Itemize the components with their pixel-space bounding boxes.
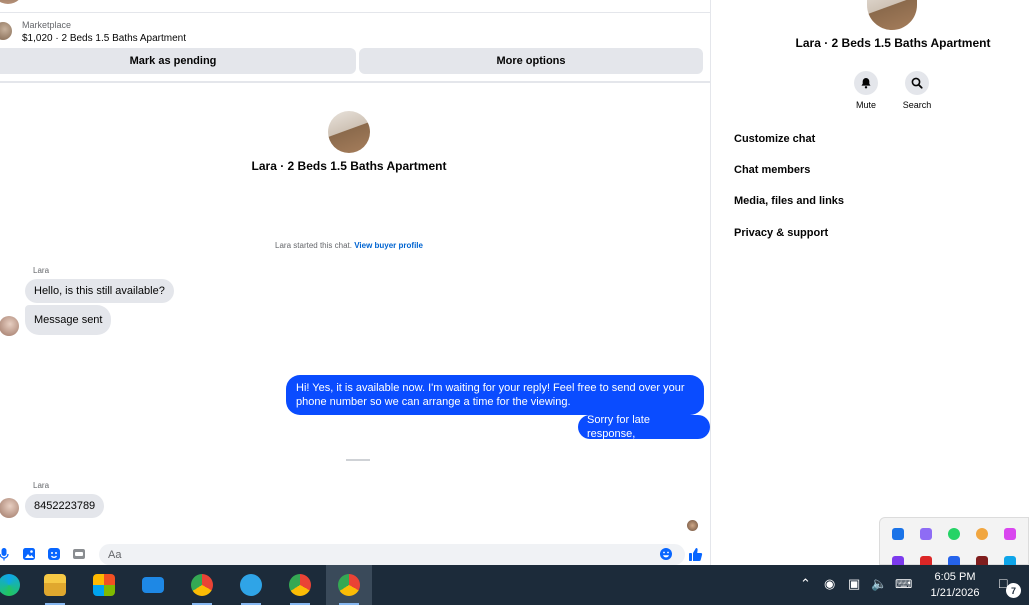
emoji-icon[interactable]: [659, 547, 673, 561]
chat-started-text: Lara started this chat.: [275, 241, 352, 250]
menu-chat-members[interactable]: Chat members: [734, 164, 810, 176]
taskbar-browser[interactable]: [228, 565, 274, 605]
taskbar-chrome-2[interactable]: [277, 565, 323, 605]
network-icon[interactable]: ▣: [848, 576, 860, 592]
seen-indicator-avatar: [687, 520, 698, 531]
taskbar-store[interactable]: [81, 565, 127, 605]
app-tray-icon[interactable]: [892, 528, 904, 540]
mute-button[interactable]: [854, 71, 878, 95]
store-icon: [93, 574, 115, 596]
conversation-avatar[interactable]: [328, 111, 370, 153]
search-icon: [911, 77, 923, 89]
taskbar-chrome-3[interactable]: [326, 565, 372, 605]
photo-icon[interactable]: [22, 547, 36, 561]
previous-avatar: [0, 0, 24, 4]
search-button[interactable]: [905, 71, 929, 95]
sender-avatar[interactable]: [0, 498, 19, 518]
chevron-up-icon[interactable]: ⌃: [800, 576, 811, 592]
listing-title[interactable]: $1,020 · 2 Beds 1.5 Baths Apartment: [22, 33, 186, 44]
app-tray-icon[interactable]: [1004, 528, 1016, 540]
clock-date: 1/21/2026: [930, 587, 980, 599]
timestamp-divider: [346, 459, 370, 461]
sticker-icon[interactable]: [47, 547, 61, 561]
taskbar-mail[interactable]: [130, 565, 176, 605]
microphone-icon[interactable]: [0, 547, 11, 561]
tray-overflow-popup: [879, 517, 1029, 568]
composer: Aa: [0, 544, 710, 565]
mark-as-pending-button[interactable]: Mark as pending: [0, 48, 356, 74]
divider: [0, 12, 710, 13]
divider: [0, 81, 710, 83]
view-buyer-profile-link[interactable]: View buyer profile: [354, 241, 423, 250]
message-incoming[interactable]: Hello, is this still available?: [25, 279, 174, 303]
meeting-icon[interactable]: ◉: [824, 576, 835, 592]
message-incoming[interactable]: 8452223789: [25, 494, 105, 518]
notification-count-badge: 7: [1006, 583, 1021, 598]
listing-thumbnail[interactable]: [0, 22, 12, 40]
chrome-icon: [338, 574, 360, 596]
chrome-icon: [289, 574, 311, 596]
chat-column: Marketplace $1,020 · 2 Beds 1.5 Baths Ap…: [0, 0, 711, 565]
edge-icon: [0, 574, 20, 596]
sender-avatar[interactable]: [0, 316, 19, 336]
chat-started-notice: Lara started this chat. View buyer profi…: [0, 241, 698, 250]
info-panel-title: Lara · 2 Beds 1.5 Baths Apartment: [795, 36, 991, 50]
bell-icon: [861, 78, 871, 89]
mail-icon: [142, 577, 164, 593]
menu-privacy-support[interactable]: Privacy & support: [734, 227, 828, 239]
taskbar: ⌃ ◉ ▣ 🔈 ⌨ 6:05 PM 1/21/2026 □: [0, 565, 1029, 605]
mute-label: Mute: [855, 100, 876, 110]
folder-icon: [44, 574, 66, 596]
clock[interactable]: 6:05 PM 1/21/2026: [920, 569, 990, 601]
clock-time: 6:05 PM: [934, 571, 976, 583]
message-outgoing[interactable]: Hi! Yes, it is available now. I'm waitin…: [286, 375, 704, 415]
message-incoming[interactable]: Message sent: [25, 305, 112, 335]
sender-name: Lara: [33, 266, 50, 275]
conversation-title: Lara · 2 Beds 1.5 Baths Apartment: [251, 159, 447, 173]
like-icon[interactable]: [688, 547, 703, 561]
more-options-button[interactable]: More options: [359, 48, 703, 74]
conversation-avatar[interactable]: [867, 0, 917, 30]
taskbar-chrome-1[interactable]: [179, 565, 225, 605]
taskbar-file-explorer[interactable]: [32, 565, 78, 605]
message-input[interactable]: Aa: [99, 544, 685, 565]
sender-name: Lara: [33, 481, 50, 490]
message-outgoing[interactable]: Sorry for late response,: [578, 414, 710, 440]
chrome-tray-icon[interactable]: [976, 528, 988, 540]
browser-icon: [240, 574, 262, 596]
search-label: Search: [902, 100, 932, 110]
taskbar-edge[interactable]: [0, 565, 32, 605]
menu-customize-chat[interactable]: Customize chat: [734, 133, 815, 145]
whatsapp-tray-icon[interactable]: [948, 528, 960, 540]
keyboard-icon[interactable]: ⌨: [895, 576, 912, 592]
gif-icon[interactable]: [72, 547, 86, 561]
chrome-icon: [191, 574, 213, 596]
marketplace-label: Marketplace: [22, 20, 72, 30]
pen-tray-icon[interactable]: [920, 528, 932, 540]
volume-icon[interactable]: 🔈: [871, 576, 887, 592]
chat-info-panel: Lara · 2 Beds 1.5 Baths Apartment Mute S…: [723, 0, 1029, 565]
menu-media-files-links[interactable]: Media, files and links: [734, 195, 844, 207]
